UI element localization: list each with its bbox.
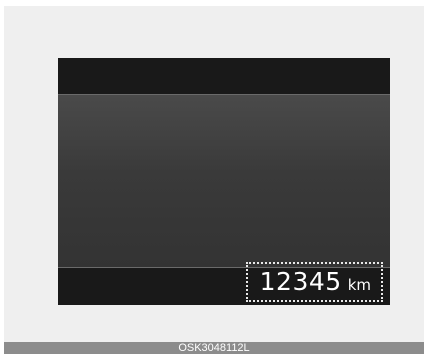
cluster-display: 12345 km	[58, 58, 390, 305]
odometer-unit: km	[347, 276, 371, 294]
illustration-frame: 12345 km	[4, 6, 424, 342]
display-top-bar	[58, 58, 390, 95]
odometer-value: 12345	[259, 267, 342, 296]
figure-code-caption: OSK3048112L	[4, 342, 424, 354]
display-main-area	[58, 95, 390, 267]
odometer-readout: 12345 km	[246, 262, 383, 302]
